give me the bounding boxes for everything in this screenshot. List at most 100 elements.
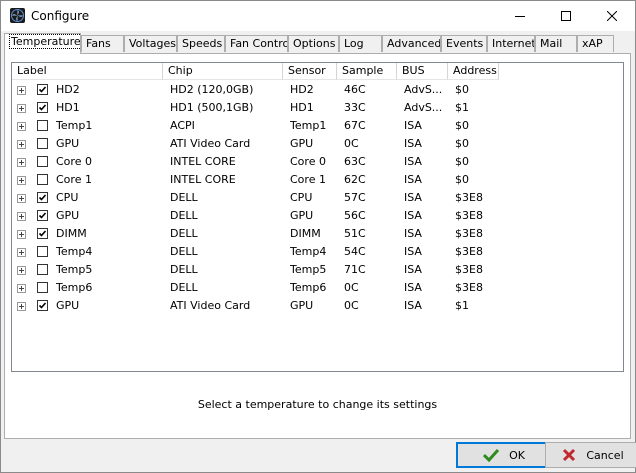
expand-plus-icon[interactable] [17, 140, 26, 149]
cell-address: $0 [455, 137, 469, 150]
cell-label: Core 0 [56, 155, 92, 168]
expand-plus-icon[interactable] [17, 230, 26, 239]
table-row[interactable]: GPU ATI Video Card GPU 0C ISA $0 [12, 135, 623, 153]
checkmark-icon [38, 104, 47, 111]
tab-temperatures[interactable]: Temperatures [4, 33, 81, 54]
cell-bus: ISA [404, 191, 422, 204]
expand-plus-icon[interactable] [17, 212, 26, 221]
tab-advanced[interactable]: Advanced [382, 35, 441, 52]
row-checkbox[interactable] [37, 228, 48, 239]
table-row[interactable]: GPU ATI Video Card GPU 0C ISA $1 [12, 297, 623, 315]
cancel-button[interactable]: Cancel [545, 442, 636, 468]
table-row[interactable]: HD2 HD2 (120,0GB) HD2 46C AdvS... $0 [12, 81, 623, 99]
cell-chip: DELL [170, 245, 198, 258]
expand-plus-icon[interactable] [17, 302, 26, 311]
cell-sensor: Temp4 [290, 245, 327, 258]
table-row[interactable]: Temp6 DELL Temp6 0C ISA $3E8 [12, 279, 623, 297]
row-checkbox[interactable] [37, 84, 48, 95]
row-checkbox[interactable] [37, 102, 48, 113]
cell-label: DIMM [56, 227, 87, 240]
cell-address: $1 [455, 101, 469, 114]
tab-mail[interactable]: Mail [535, 35, 577, 52]
expand-plus-icon[interactable] [17, 266, 26, 275]
column-header-chip[interactable]: Chip [163, 63, 283, 80]
column-header-address[interactable]: Address [448, 63, 499, 80]
cell-sample: 56C [344, 209, 366, 222]
close-button[interactable] [589, 1, 635, 31]
maximize-button[interactable] [543, 1, 589, 31]
row-checkbox[interactable] [37, 156, 48, 167]
temperatures-panel: Label Chip Sensor Sample BUS Address HD2… [4, 53, 631, 439]
ok-button[interactable]: OK [456, 442, 552, 468]
cell-chip: ACPI [170, 119, 195, 132]
minimize-button[interactable] [497, 1, 543, 31]
expand-plus-icon[interactable] [17, 122, 26, 131]
expand-plus-icon[interactable] [17, 176, 26, 185]
cell-label: GPU [56, 209, 80, 222]
tab-xap[interactable]: xAP [577, 35, 614, 52]
table-row[interactable]: DIMM DELL DIMM 51C ISA $3E8 [12, 225, 623, 243]
cell-sensor: HD2 [290, 83, 314, 96]
table-row[interactable]: HD1 HD1 (500,1GB) HD1 33C AdvS... $1 [12, 99, 623, 117]
row-checkbox[interactable] [37, 174, 48, 185]
cell-sensor: Core 1 [290, 173, 326, 186]
cell-sample: 71C [344, 263, 366, 276]
table-row[interactable]: Temp4 DELL Temp4 54C ISA $3E8 [12, 243, 623, 261]
tab-speeds[interactable]: Speeds [177, 35, 225, 52]
row-checkbox[interactable] [37, 264, 48, 275]
tab-fan-control[interactable]: Fan Control [225, 35, 288, 52]
tab-voltages[interactable]: Voltages [124, 35, 177, 52]
row-checkbox[interactable] [37, 192, 48, 203]
cell-sample: 46C [344, 83, 366, 96]
expand-plus-icon[interactable] [17, 86, 26, 95]
table-row[interactable]: Temp1 ACPI Temp1 67C ISA $0 [12, 117, 623, 135]
cell-chip: DELL [170, 227, 198, 240]
table-row[interactable]: Core 0 INTEL CORE Core 0 63C ISA $0 [12, 153, 623, 171]
row-checkbox[interactable] [37, 300, 48, 311]
cell-label: Temp4 [56, 245, 93, 258]
column-header-label[interactable]: Label [12, 63, 163, 80]
configure-window: Configure Temperatures Fans Voltages Spe… [0, 0, 636, 473]
tab-fans[interactable]: Fans [81, 35, 124, 52]
tab-options[interactable]: Options [288, 35, 339, 52]
cell-label: GPU [56, 137, 80, 150]
cell-sample: 0C [344, 281, 359, 294]
cell-label: GPU [56, 299, 80, 312]
expand-plus-icon[interactable] [17, 248, 26, 257]
row-checkbox[interactable] [37, 246, 48, 257]
cell-sample: 0C [344, 137, 359, 150]
row-checkbox[interactable] [37, 120, 48, 131]
tab-internet[interactable]: Internet [487, 35, 535, 52]
row-checkbox[interactable] [37, 138, 48, 149]
column-header-sample[interactable]: Sample [337, 63, 397, 80]
row-checkbox[interactable] [37, 210, 48, 221]
tab-log[interactable]: Log [339, 35, 382, 52]
cell-label: Temp5 [56, 263, 93, 276]
table-row[interactable]: CPU DELL CPU 57C ISA $3E8 [12, 189, 623, 207]
title-bar[interactable]: Configure [1, 1, 635, 31]
tab-events[interactable]: Events [441, 35, 487, 52]
checkmark-icon [38, 230, 47, 237]
table-row[interactable]: Temp5 DELL Temp5 71C ISA $3E8 [12, 261, 623, 279]
expand-plus-icon[interactable] [17, 194, 26, 203]
expand-plus-icon[interactable] [17, 158, 26, 167]
column-header-bus[interactable]: BUS [397, 63, 448, 80]
cell-address: $0 [455, 83, 469, 96]
minimize-icon [515, 16, 525, 17]
table-row[interactable]: Core 1 INTEL CORE Core 1 62C ISA $0 [12, 171, 623, 189]
cell-sensor: CPU [290, 191, 313, 204]
cell-address: $1 [455, 299, 469, 312]
cell-chip: HD2 (120,0GB) [170, 83, 254, 96]
expand-plus-icon[interactable] [17, 284, 26, 293]
row-checkbox[interactable] [37, 282, 48, 293]
cell-address: $3E8 [455, 227, 483, 240]
cell-sample: 54C [344, 245, 366, 258]
cell-chip: INTEL CORE [170, 155, 236, 168]
temperature-list[interactable]: Label Chip Sensor Sample BUS Address HD2… [11, 62, 624, 372]
cell-chip: ATI Video Card [170, 299, 251, 312]
cell-address: $3E8 [455, 209, 483, 222]
cell-chip: INTEL CORE [170, 173, 236, 186]
column-header-sensor[interactable]: Sensor [283, 63, 337, 80]
expand-plus-icon[interactable] [17, 104, 26, 113]
table-row[interactable]: GPU DELL GPU 56C ISA $3E8 [12, 207, 623, 225]
